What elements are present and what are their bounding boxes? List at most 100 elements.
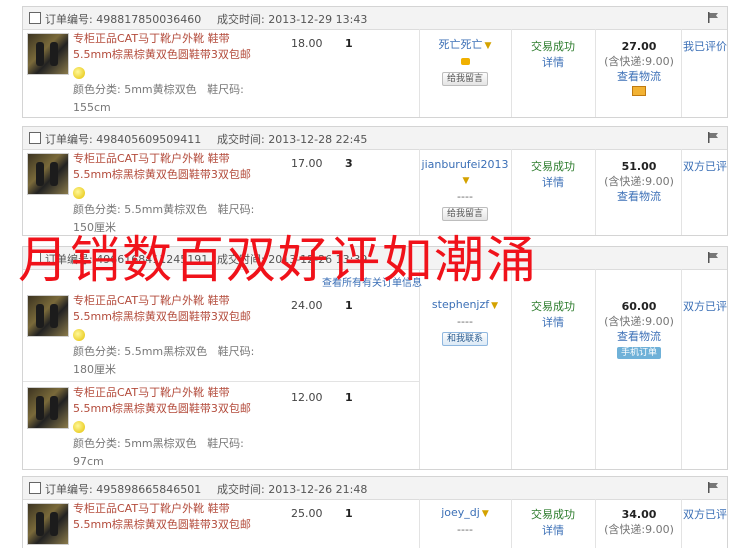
bulb-icon	[73, 421, 85, 433]
order-card: 订单编号: 495898665846501 成交时间: 2013-12-26 2…	[22, 476, 728, 548]
product-title-link[interactable]: 专柜正品CAT马丁靴户外靴 鞋带5.5mm棕黑棕黄双色圆鞋带3双包邮	[73, 501, 263, 533]
filter-icon[interactable]: ▼	[463, 174, 470, 189]
buyer-cell: jianburufei2013▼ ---- 给我留言	[421, 158, 509, 221]
status-cell: 交易成功 详情	[513, 39, 593, 71]
order-checkbox[interactable]	[29, 482, 41, 494]
order-total: 27.00	[621, 40, 657, 53]
item-quantity: 1	[345, 507, 353, 520]
contact-me-button[interactable]: 和我联系	[441, 332, 488, 346]
product-thumbnail[interactable]	[27, 153, 69, 195]
product-title-link[interactable]: 专柜正品CAT马丁靴户外靴 鞋带5.5mm棕黑棕黄双色圆鞋带3双包邮	[73, 151, 263, 183]
filter-icon[interactable]: ▼	[485, 39, 492, 54]
product-thumbnail[interactable]	[27, 503, 69, 545]
buyer-name[interactable]: 死亡死亡	[439, 38, 483, 51]
shipping-fee: (含快递:9.00)	[604, 315, 674, 328]
product-title-link[interactable]: 专柜正品CAT马丁靴户外靴 鞋带5.5mm棕黑棕黄双色圆鞋带3双包邮	[73, 293, 263, 325]
details-link[interactable]: 详情	[542, 524, 564, 537]
buyer-cell: stephenjzf ▼ ---- 和我联系	[431, 298, 499, 346]
flag-icon[interactable]	[707, 482, 719, 493]
flag-icon[interactable]	[707, 132, 719, 143]
deal-time-label: 成交时间:	[217, 483, 265, 496]
order-no-label: 订单编号:	[45, 483, 93, 496]
item-price: 25.00	[291, 507, 323, 520]
order-item: 专柜正品CAT马丁靴户外靴 鞋带5.5mm棕黑棕黄双色圆鞋带3双包邮 颜色分类:…	[23, 383, 419, 468]
chat-icon	[460, 58, 470, 65]
trade-status: 交易成功	[531, 508, 575, 521]
flag-icon[interactable]	[707, 12, 719, 23]
item-quantity: 1	[345, 37, 353, 50]
status-cell: 交易成功 详情	[513, 299, 593, 331]
deal-time: 2013-12-26 21:48	[268, 483, 368, 496]
total-cell: 27.00 (含快递:9.00) 查看物流	[597, 39, 681, 100]
order-total: 60.00	[621, 300, 657, 313]
view-logistics-link[interactable]: 查看物流	[617, 330, 661, 343]
buyer-cell: joey_dj ▼ ----	[441, 506, 489, 536]
order-item: 专柜正品CAT马丁靴户外靴 鞋带5.5mm棕黑棕黄双色圆鞋带3双包邮 颜色分类:…	[23, 291, 419, 376]
status-cell: 交易成功 详情	[513, 507, 593, 539]
details-link[interactable]: 详情	[542, 316, 564, 329]
bulb-icon	[73, 329, 85, 341]
buyer-name[interactable]: joey_dj	[441, 506, 480, 519]
total-cell: 51.00 (含快递:9.00) 查看物流	[597, 159, 681, 204]
trade-status: 交易成功	[531, 40, 575, 53]
mobile-order-badge: 手机订单	[616, 347, 661, 359]
view-logistics-link[interactable]: 查看物流	[617, 70, 661, 83]
deal-time: 2013-12-28 22:45	[268, 133, 368, 146]
trade-status: 交易成功	[531, 160, 575, 173]
deal-time: 2013-12-29 13:43	[268, 13, 368, 26]
product-thumbnail[interactable]	[27, 295, 69, 337]
item-quantity: 3	[345, 157, 353, 170]
view-logistics-link[interactable]: 查看物流	[617, 190, 661, 203]
promo-overlay-text: 月销数百双好评如潮涌	[18, 231, 538, 289]
review-link[interactable]: 双方已评	[683, 507, 729, 523]
leave-message-button[interactable]: 给我留言	[441, 72, 488, 86]
order-total: 51.00	[621, 160, 657, 173]
trade-status: 交易成功	[531, 300, 575, 313]
product-attributes: 颜色分类: 5mm黄棕双色 鞋尺码: 155cm	[73, 83, 244, 114]
item-quantity: 1	[345, 299, 353, 312]
shipping-fee: (含快递:9.00)	[604, 175, 674, 188]
order-header: 订单编号: 498405609509411 成交时间: 2013-12-28 2…	[23, 127, 727, 150]
item-quantity: 1	[345, 391, 353, 404]
order-header: 订单编号: 498817850036460 成交时间: 2013-12-29 1…	[23, 7, 727, 30]
status-cell: 交易成功 详情	[513, 159, 593, 191]
order-no-label: 订单编号:	[45, 13, 93, 26]
total-cell: 60.00 (含快递:9.00) 查看物流 手机订单	[597, 299, 681, 359]
product-attributes: 颜色分类: 5.5mm黑棕双色 鞋尺码: 180厘米	[73, 345, 255, 376]
order-checkbox[interactable]	[29, 132, 41, 144]
order-item: 专柜正品CAT马丁靴户外靴 鞋带5.5mm棕黑棕黄双色圆鞋带3双包邮 25.00…	[23, 499, 419, 547]
order-header: 订单编号: 495898665846501 成交时间: 2013-12-26 2…	[23, 477, 727, 500]
filter-icon[interactable]: ▼	[482, 507, 489, 522]
review-link[interactable]: 双方已评	[683, 159, 729, 175]
card-icon	[632, 86, 646, 96]
buyer-cell: 死亡死亡 ▼ 给我留言	[421, 37, 509, 86]
leave-message-button[interactable]: 给我留言	[441, 207, 488, 221]
product-title-link[interactable]: 专柜正品CAT马丁靴户外靴 鞋带5.5mm棕黑棕黄双色圆鞋带3双包邮	[73, 385, 263, 417]
total-cell: 34.00 (含快递:9.00)	[597, 507, 681, 537]
review-link[interactable]: 我已评价	[683, 39, 729, 55]
order-checkbox[interactable]	[29, 12, 41, 24]
product-title-link[interactable]: 专柜正品CAT马丁靴户外靴 鞋带5.5mm棕黑棕黄双色圆鞋带3双包邮	[73, 31, 263, 63]
order-number: 498817850036460	[96, 13, 202, 26]
filter-icon[interactable]: ▼	[491, 299, 498, 314]
buyer-name[interactable]: jianburufei2013	[422, 158, 509, 171]
order-number: 495898665846501	[96, 483, 202, 496]
buyer-name[interactable]: stephenjzf	[432, 298, 489, 311]
review-link[interactable]: 双方已评	[683, 299, 729, 315]
product-thumbnail[interactable]	[27, 387, 69, 429]
product-thumbnail[interactable]	[27, 33, 69, 75]
order-item: 专柜正品CAT马丁靴户外靴 鞋带5.5mm棕黑棕黄双色圆鞋带3双包邮 颜色分类:…	[23, 149, 419, 234]
order-card: 订单编号: 498405609509411 成交时间: 2013-12-28 2…	[22, 126, 728, 236]
item-price: 12.00	[291, 391, 323, 404]
shipping-fee: (含快递:9.00)	[604, 55, 674, 68]
item-price: 17.00	[291, 157, 323, 170]
details-link[interactable]: 详情	[542, 56, 564, 69]
deal-time-label: 成交时间:	[217, 133, 265, 146]
details-link[interactable]: 详情	[542, 176, 564, 189]
order-item: 专柜正品CAT马丁靴户外靴 鞋带5.5mm棕黑棕黄双色圆鞋带3双包邮 颜色分类:…	[23, 29, 419, 114]
item-price: 24.00	[291, 299, 323, 312]
shipping-fee: (含快递:9.00)	[604, 523, 674, 536]
deal-time-label: 成交时间:	[217, 13, 265, 26]
product-attributes: 颜色分类: 5mm黑棕双色 鞋尺码: 97cm	[73, 437, 244, 468]
order-no-label: 订单编号:	[45, 133, 93, 146]
